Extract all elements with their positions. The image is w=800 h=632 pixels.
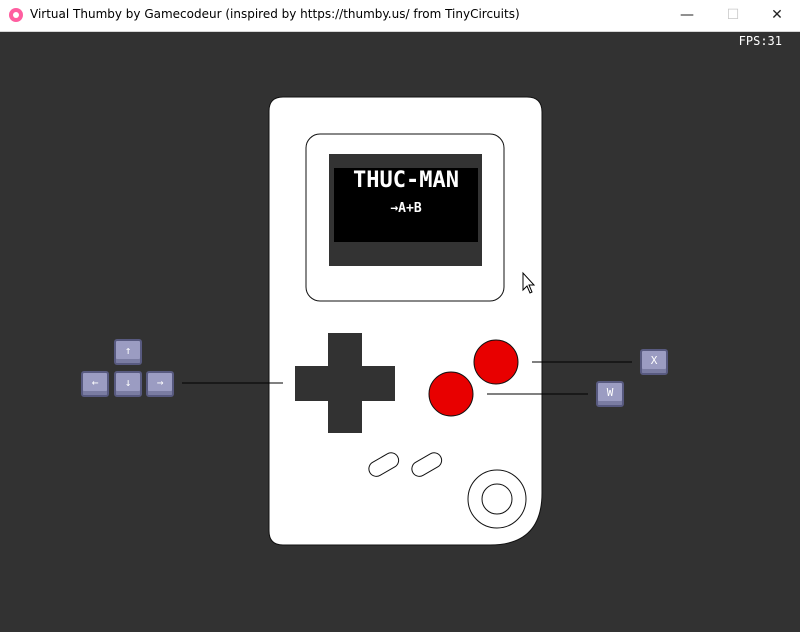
minimize-button[interactable]: —: [664, 0, 710, 31]
close-icon: ✕: [771, 7, 783, 23]
maximize-icon: ☐: [726, 7, 740, 23]
key-down[interactable]: ↓: [114, 371, 142, 397]
game-canvas[interactable]: [0, 31, 800, 632]
key-w[interactable]: W: [596, 381, 624, 407]
key-up[interactable]: ↑: [114, 339, 142, 365]
key-right[interactable]: →: [146, 371, 174, 397]
close-button[interactable]: ✕: [754, 0, 800, 31]
key-x[interactable]: X: [640, 349, 668, 375]
window-title: Virtual Thumby by Gamecodeur (inspired b…: [30, 7, 520, 21]
speaker-inner: [481, 483, 513, 515]
button-a: [473, 339, 519, 385]
title-bar: Virtual Thumby by Gamecodeur (inspired b…: [0, 0, 800, 32]
game-subtitle: →A+B: [390, 201, 422, 216]
game-title: THUC-MAN: [353, 168, 459, 193]
minimize-icon: —: [680, 7, 694, 23]
key-left[interactable]: ←: [81, 371, 109, 397]
button-b: [428, 371, 474, 417]
app-icon: [9, 8, 23, 22]
maximize-button[interactable]: ☐: [710, 0, 756, 31]
